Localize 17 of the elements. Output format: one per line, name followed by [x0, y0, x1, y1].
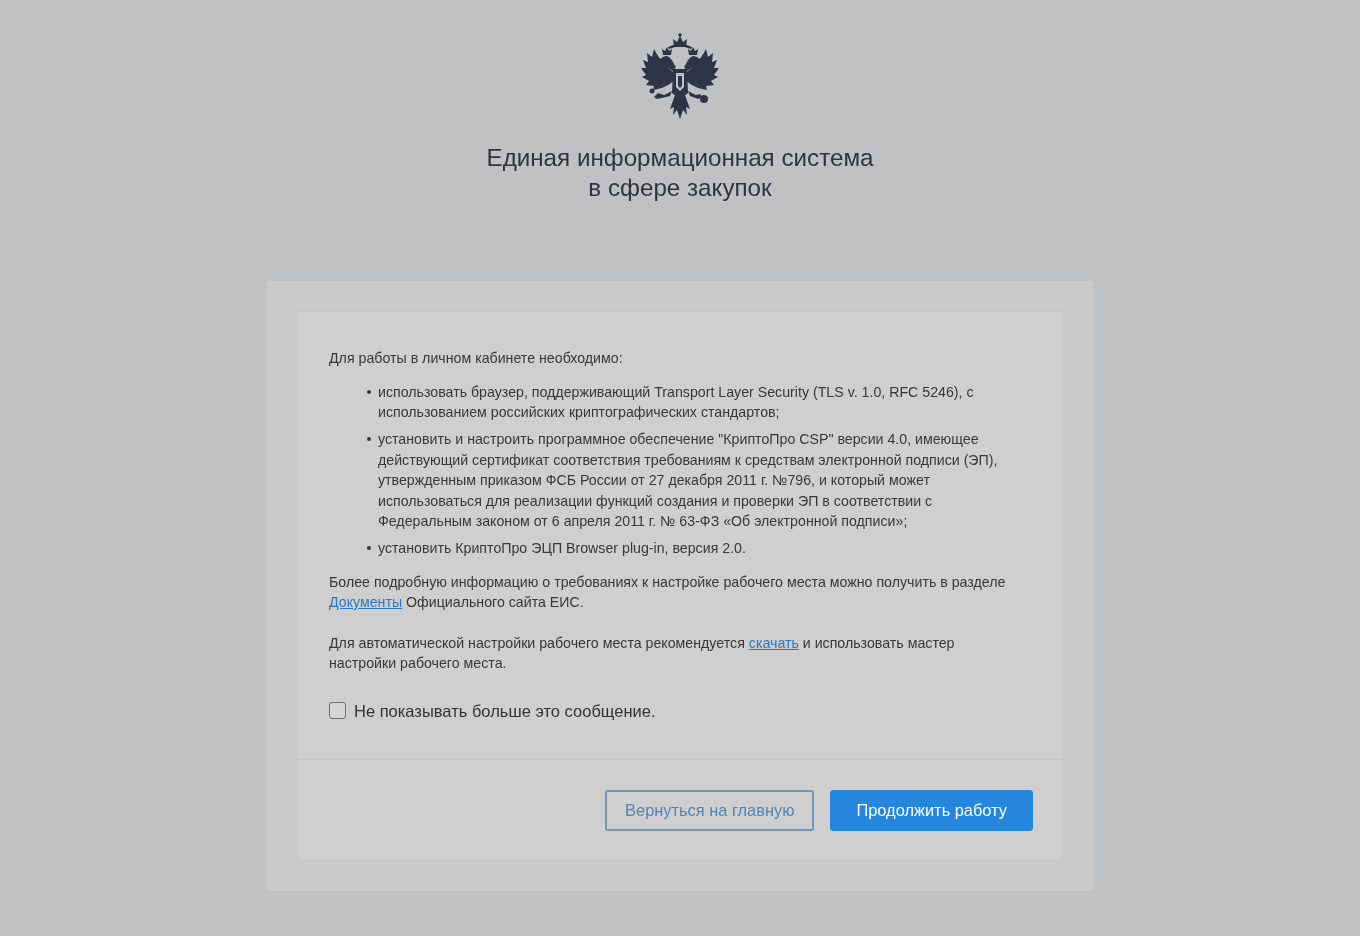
back-button[interactable]: Вернуться на главную — [605, 789, 815, 831]
checkbox-label[interactable]: Не показывать больше это сообщение. — [354, 700, 656, 721]
info-paragraph: Более подробную информацию о требованиях к настройке рабочего места можно получить в разделе Документы Официального сайта ЕИС. — [329, 572, 1007, 612]
bullet-icon — [367, 437, 371, 441]
double-headed-eagle-emblem-icon — [640, 33, 720, 119]
requirement-text: использовать браузер, поддерживающий Transport Layer Security (TLS v. 1.0, RFC 5246), с использованием российских криптографических стандартов; — [378, 382, 975, 422]
continue-button[interactable]: Продолжить работу — [830, 789, 1033, 831]
bullet-icon — [367, 389, 371, 394]
site-title: Единая информационная система в сфере закупок — [486, 143, 874, 203]
inline-link[interactable]: Документы — [329, 594, 403, 610]
intro-text: Для работы в личном кабинете необходимо: — [329, 349, 624, 368]
info-paragraph: Для автоматической настройки рабочего места рекомендуется скачать и использовать мастер настройки рабочего места. — [329, 633, 956, 673]
inline-link[interactable]: скачать — [748, 634, 799, 651]
requirement-text: установить и настроить программное обеспечение "КриптоПро CSP" версии 4.0, имеющее действующий сертификат соответствия требованиям к средствам электронной подписи (ЭП), утвержденным приказом ФСБ России от 27 декабря 2011 г. №796, и который может использоваться для реализации функций создания и проверки ЭП в соответствии с Федеральным законом от 6 апреля 2011 г. № 63-ФЗ «Об электронной подписи»; — [378, 430, 999, 531]
requirement-text: установить КриптоПро ЭЦП Browser plug-in, версия 2.0. — [378, 539, 746, 558]
checkbox[interactable] — [329, 702, 346, 719]
bullet-icon — [367, 546, 371, 550]
